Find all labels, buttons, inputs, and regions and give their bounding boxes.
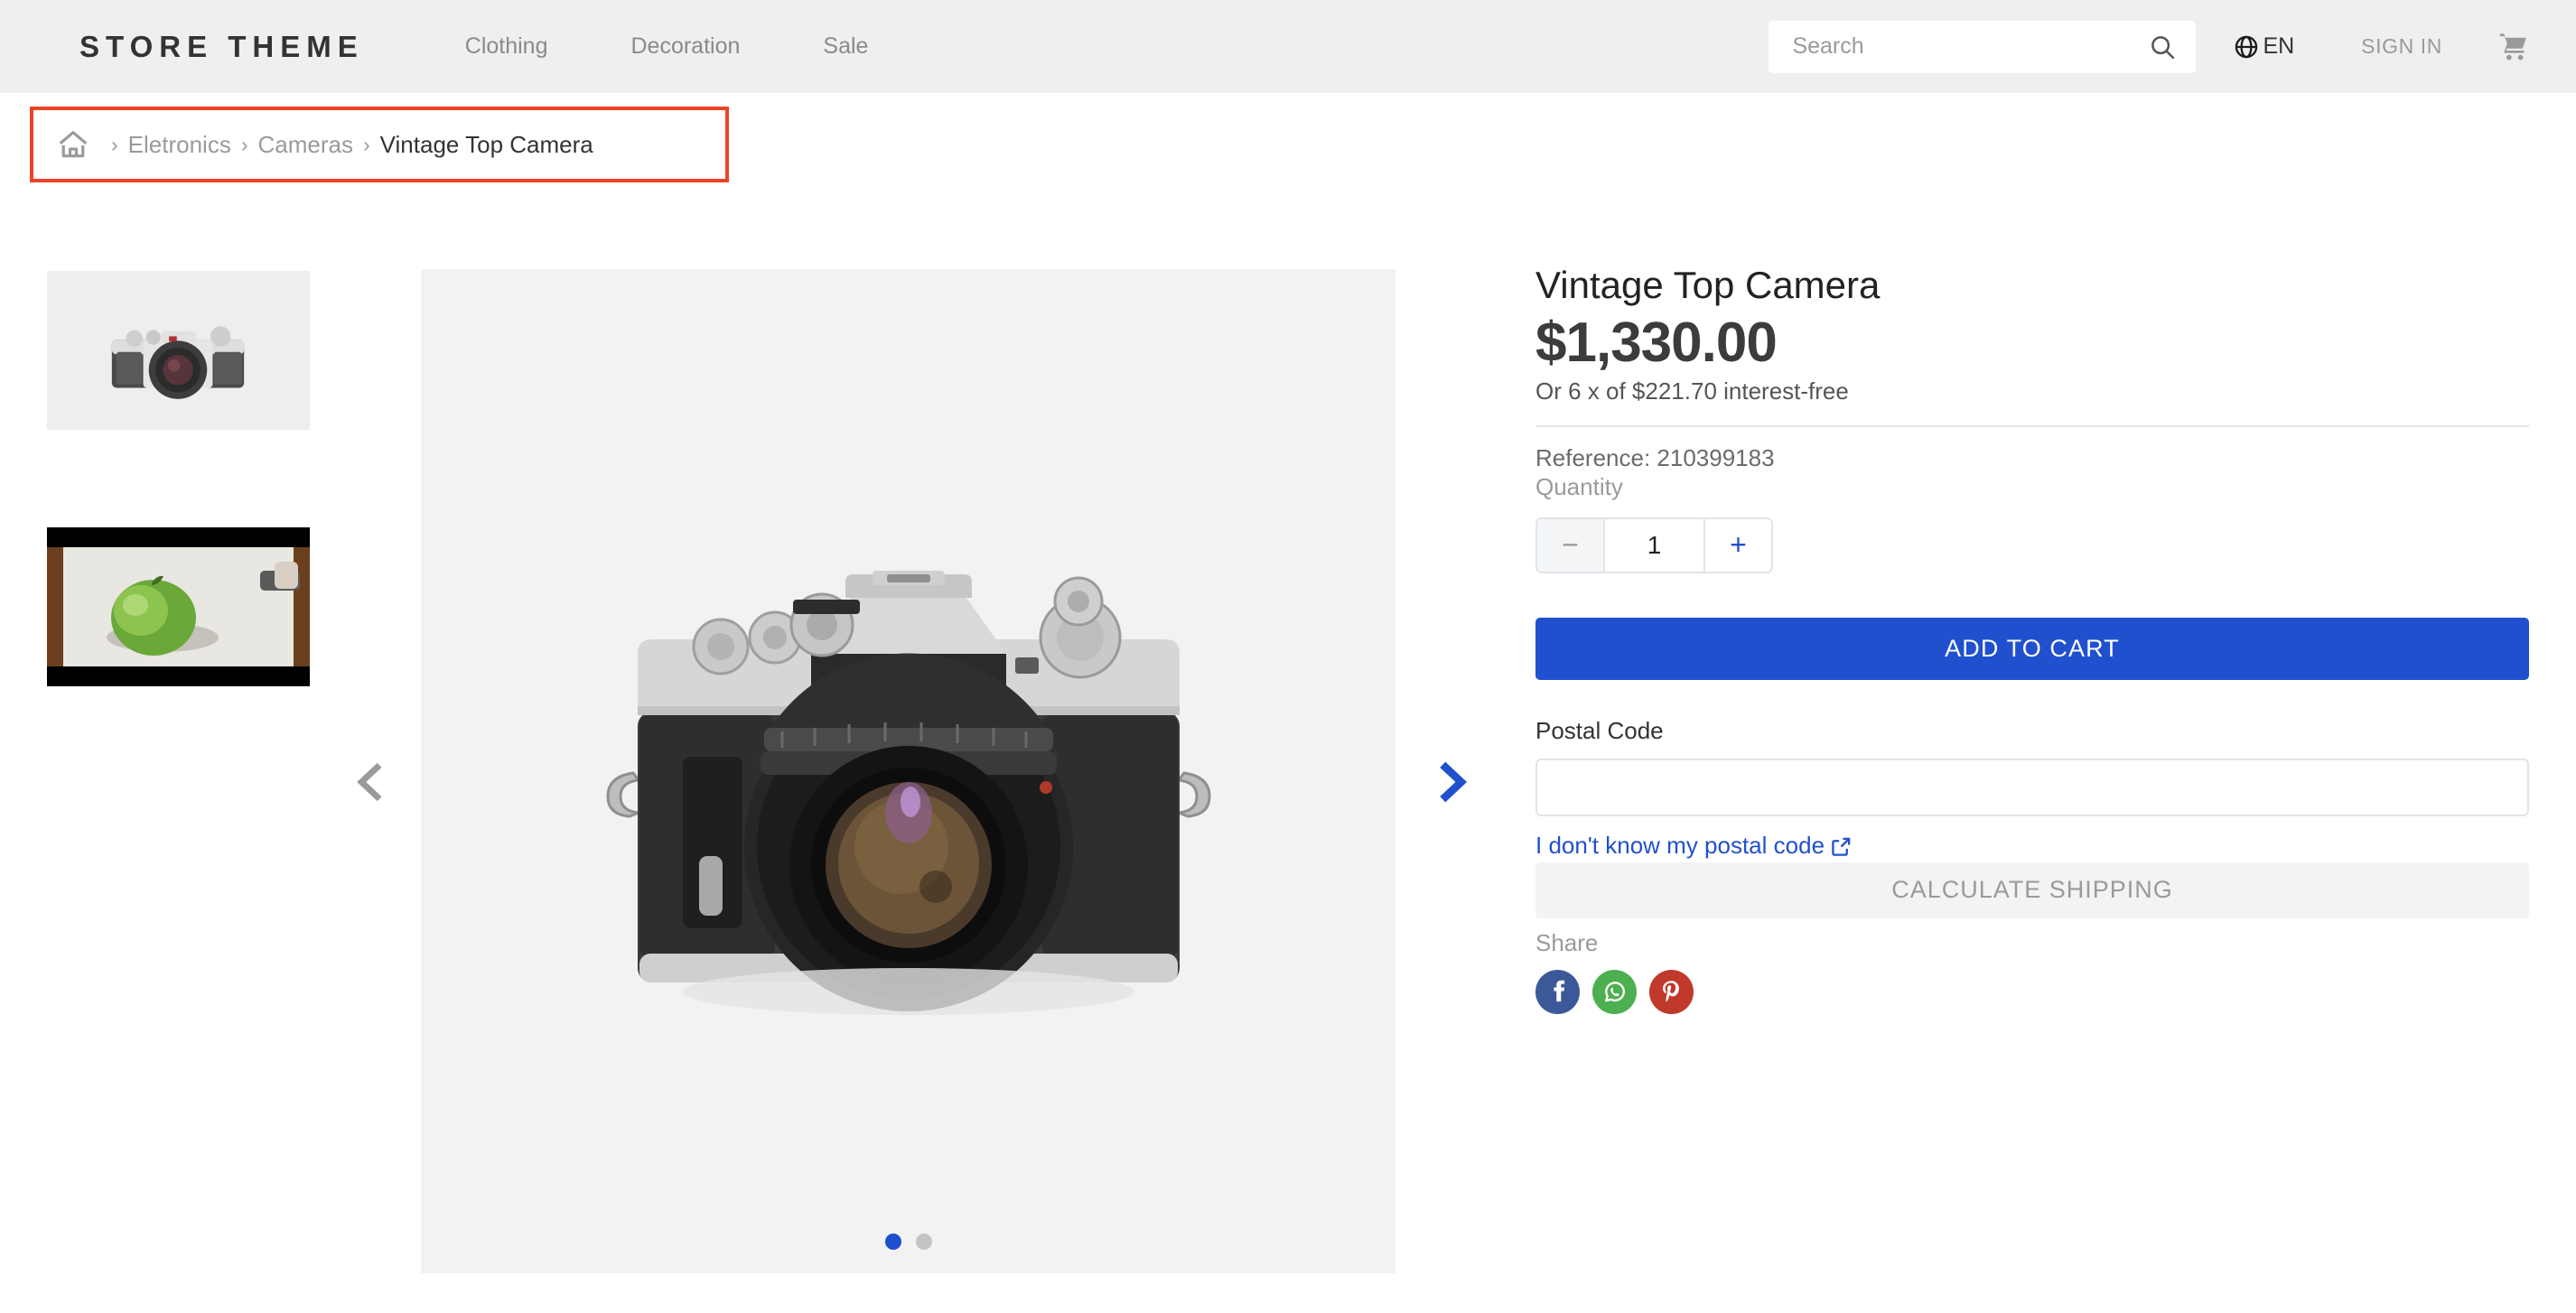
breadcrumb: › Eletronics › Cameras › Vintage Top Cam… xyxy=(30,107,729,182)
thumbnail-list xyxy=(47,271,310,686)
search-input[interactable] xyxy=(1792,33,2150,60)
postal-code-label: Postal Code xyxy=(1535,716,1664,744)
nav-item-sale[interactable]: Sale xyxy=(781,33,910,60)
language-label: EN xyxy=(2263,33,2295,59)
share-facebook-button[interactable] xyxy=(1535,969,1580,1014)
breadcrumb-separator-1: › xyxy=(111,132,118,156)
site-header: STORE THEME Clothing Decoration Sale EN … xyxy=(0,0,2576,93)
chevron-right-icon xyxy=(1429,759,1476,810)
sign-in-link[interactable]: SIGN IN xyxy=(2361,34,2442,59)
globe-icon xyxy=(2234,34,2259,60)
main-nav: Clothing Decoration Sale xyxy=(424,33,910,60)
external-link-icon xyxy=(1831,835,1852,856)
pinterest-icon xyxy=(1658,978,1685,1005)
quantity-increase-button[interactable]: + xyxy=(1703,518,1771,572)
facebook-icon xyxy=(1545,978,1572,1005)
product-main-image xyxy=(421,269,1395,1273)
carousel-prev-button[interactable] xyxy=(339,752,402,815)
thumbnail-green-apple-on-white-surface[interactable] xyxy=(47,527,310,686)
panel-divider xyxy=(1535,424,2529,427)
home-icon[interactable] xyxy=(56,127,90,162)
product-reference: Reference: 210399183 xyxy=(1535,443,1775,471)
quantity-label: Quantity xyxy=(1535,472,1623,500)
product-price: $1,330.00 xyxy=(1535,311,1778,374)
product-info-panel: Vintage Top Camera $1,330.00 Or 6 x of $… xyxy=(1535,263,2529,1014)
quantity-stepper: − 1 + xyxy=(1535,517,1773,573)
nav-item-clothing[interactable]: Clothing xyxy=(424,33,590,60)
installment-text: Or 6 x of $221.70 interest-free xyxy=(1535,377,1849,405)
product-main: Vintage Top Camera $1,330.00 Or 6 x of $… xyxy=(0,212,2576,1313)
add-to-cart-button[interactable]: ADD TO CART xyxy=(1535,617,2529,680)
site-logo[interactable]: STORE THEME xyxy=(79,30,364,64)
breadcrumb-separator-2: › xyxy=(240,132,248,156)
share-label: Share xyxy=(1535,928,1599,956)
cart-icon xyxy=(2498,32,2529,62)
whatsapp-icon xyxy=(1601,978,1629,1005)
language-selector[interactable]: EN xyxy=(2234,33,2294,60)
header-actions: EN SIGN IN xyxy=(1769,20,2529,73)
share-whatsapp-button[interactable] xyxy=(1592,969,1637,1014)
breadcrumb-item-current: Vintage Top Camera xyxy=(379,130,593,158)
breadcrumb-item-cameras[interactable]: Cameras xyxy=(258,131,353,159)
nav-item-decoration[interactable]: Decoration xyxy=(590,33,782,60)
quantity-decrease-button[interactable]: − xyxy=(1537,518,1605,572)
product-title: Vintage Top Camera xyxy=(1535,264,1881,306)
share-buttons xyxy=(1535,969,2529,1014)
breadcrumb-separator-3: › xyxy=(362,132,370,156)
cart-button[interactable] xyxy=(2498,32,2529,62)
carousel-dot-2[interactable] xyxy=(915,1234,932,1250)
product-image-carousel[interactable] xyxy=(421,269,1395,1273)
thumbnail-vintage-slr-camera-front[interactable] xyxy=(47,271,310,430)
search-box[interactable] xyxy=(1769,20,2197,73)
breadcrumb-item-eletronics[interactable]: Eletronics xyxy=(128,131,231,159)
postal-code-input[interactable] xyxy=(1535,758,2529,816)
carousel-dot-1[interactable] xyxy=(884,1234,901,1250)
postal-code-help-link[interactable]: I don't know my postal code xyxy=(1535,832,1852,860)
search-icon[interactable] xyxy=(2149,33,2176,61)
quantity-value[interactable]: 1 xyxy=(1605,518,1703,572)
share-pinterest-button[interactable] xyxy=(1649,969,1694,1014)
chevron-left-icon xyxy=(347,759,394,810)
postal-code-help-label: I don't know my postal code xyxy=(1535,831,1825,859)
carousel-dots xyxy=(421,1234,1395,1250)
calculate-shipping-button[interactable]: CALCULATE SHIPPING xyxy=(1535,861,2529,918)
carousel-next-button[interactable] xyxy=(1421,752,1484,815)
